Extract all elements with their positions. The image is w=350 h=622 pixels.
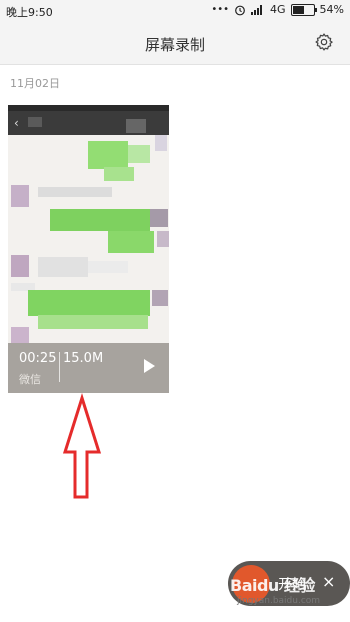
- watermark-logo: Baidu 经验: [230, 576, 315, 595]
- close-icon[interactable]: ×: [322, 572, 335, 591]
- annotation-arrow-icon: [62, 393, 102, 499]
- watermark-url: jingyan.baidu.com: [237, 596, 321, 606]
